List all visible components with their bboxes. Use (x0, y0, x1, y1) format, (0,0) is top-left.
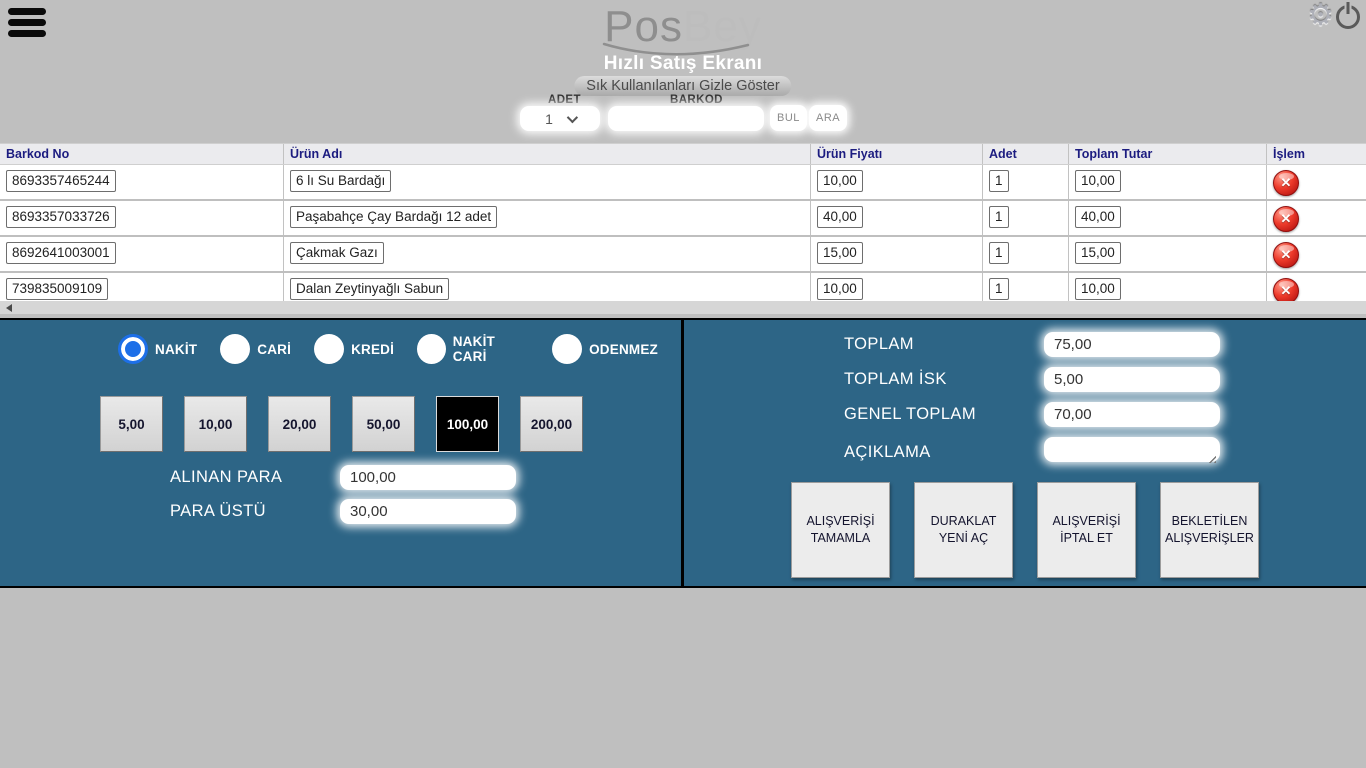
col-header-islem: İşlem (1266, 144, 1366, 164)
radio-icon[interactable] (314, 334, 344, 364)
quantity-field[interactable]: 1 (989, 242, 1009, 264)
radio-odenmez[interactable]: ODENMEZ (552, 334, 658, 364)
price-field[interactable]: 10,00 (817, 278, 863, 300)
total-field[interactable]: 15,00 (1075, 242, 1121, 264)
denomination-button-200[interactable]: 200,00 (520, 396, 583, 452)
page-title: Hızlı Satış Ekranı (0, 53, 1366, 75)
total-label: TOPLAM (844, 335, 1044, 354)
delete-row-icon[interactable]: ✕ (1273, 170, 1299, 196)
received-money-input[interactable] (340, 465, 516, 490)
received-money-label: ALINAN PARA (170, 468, 340, 487)
barcode-field[interactable]: 8693357033726 (6, 206, 116, 228)
quantity-select[interactable]: 1 (520, 106, 600, 131)
price-field[interactable]: 10,00 (817, 170, 863, 192)
table-row: 8692641003001 Çakmak Gazı 15,00 1 15,00 … (0, 237, 1366, 271)
price-field[interactable]: 15,00 (817, 242, 863, 264)
total-field[interactable]: 40,00 (1075, 206, 1121, 228)
table-header-row: Barkod No Ürün Adı Ürün Fiyatı Adet Topl… (0, 143, 1366, 165)
delete-row-icon[interactable]: ✕ (1273, 206, 1299, 232)
quantity-value: 1 (545, 111, 553, 127)
denomination-button-5[interactable]: 5,00 (100, 396, 163, 452)
change-label: PARA ÜSTÜ (170, 502, 340, 521)
col-header-toplam-tutar: Toplam Tutar (1068, 144, 1266, 164)
total-field[interactable]: 10,00 (1075, 170, 1121, 192)
payment-method-radios: NAKİT CARİ KREDİ NAKİT CARİ ODENMEZ (118, 334, 681, 364)
quantity-field[interactable]: 1 (989, 278, 1009, 300)
col-header-adet: Adet (982, 144, 1068, 164)
quantity-label: ADET (548, 94, 581, 106)
pause-open-new-button[interactable]: DURAKLAT YENİ AÇ (914, 482, 1013, 578)
price-field[interactable]: 40,00 (817, 206, 863, 228)
barcode-field[interactable]: 8692641003001 (6, 242, 116, 264)
search-button[interactable]: ARA (809, 105, 847, 131)
col-header-urun-fiyati: Ürün Fiyatı (810, 144, 982, 164)
scroll-left-arrow-icon[interactable] (6, 304, 12, 312)
denomination-buttons: 5,00 10,00 20,00 50,00 100,00 200,00 (100, 396, 583, 452)
barcode-field[interactable]: 8693357465244 (6, 170, 116, 192)
description-label: AÇIKLAMA (844, 443, 1044, 462)
grand-total-label: GENEL TOPLAM (844, 405, 1044, 424)
product-name-field[interactable]: Dalan Zeytinyağlı Sabun (290, 278, 449, 300)
quantity-field[interactable]: 1 (989, 170, 1009, 192)
product-name-field[interactable]: Paşabahçe Çay Bardağı 12 adet (290, 206, 497, 228)
col-header-barkod: Barkod No (0, 144, 283, 164)
col-header-urun-adi: Ürün Adı (283, 144, 810, 164)
table-horizontal-scrollbar[interactable] (0, 301, 1366, 314)
summary-panel: TOPLAM TOPLAM İSK GENEL TOPLAM AÇIKLAMA … (683, 318, 1366, 588)
radio-nakit-cari[interactable]: NAKİT CARİ (417, 334, 529, 364)
change-input[interactable] (340, 499, 516, 524)
grand-total-input[interactable] (1044, 402, 1220, 427)
chevron-down-icon (567, 111, 578, 122)
product-name-field[interactable]: Çakmak Gazı (290, 242, 384, 264)
radio-icon[interactable] (417, 334, 446, 364)
barcode-input[interactable] (608, 106, 764, 131)
complete-sale-button[interactable]: ALIŞVERİŞİ TAMAMLA (791, 482, 890, 578)
radio-icon[interactable] (552, 334, 582, 364)
table-row: 8693357465244 6 lı Su Bardağı 10,00 1 10… (0, 165, 1366, 199)
find-button[interactable]: BUL (770, 105, 807, 131)
total-discount-label: TOPLAM İSK (844, 370, 1044, 389)
radio-icon[interactable] (220, 334, 250, 364)
product-name-field[interactable]: 6 lı Su Bardağı (290, 170, 391, 192)
sale-items-table: Barkod No Ürün Adı Ürün Fiyatı Adet Topl… (0, 143, 1366, 309)
barcode-label: BARKOD (670, 94, 723, 106)
cancel-sale-button[interactable]: ALIŞVERİŞİ İPTAL ET (1037, 482, 1136, 578)
payment-panel: NAKİT CARİ KREDİ NAKİT CARİ ODENMEZ 5,00… (0, 318, 683, 588)
total-field[interactable]: 10,00 (1075, 278, 1121, 300)
denomination-button-50[interactable]: 50,00 (352, 396, 415, 452)
quantity-field[interactable]: 1 (989, 206, 1009, 228)
radio-cari[interactable]: CARİ (220, 334, 291, 364)
total-discount-input[interactable] (1044, 367, 1220, 392)
total-input[interactable] (1044, 332, 1220, 357)
held-sales-button[interactable]: BEKLETİLEN ALIŞVERİŞLER (1160, 482, 1259, 578)
delete-row-icon[interactable]: ✕ (1273, 242, 1299, 268)
barcode-field[interactable]: 739835009109 (6, 278, 108, 300)
radio-selected-icon[interactable] (118, 334, 148, 364)
denomination-button-100[interactable]: 100,00 (436, 396, 499, 452)
denomination-button-20[interactable]: 20,00 (268, 396, 331, 452)
description-textarea[interactable] (1044, 437, 1220, 462)
radio-kredi[interactable]: KREDİ (314, 334, 394, 364)
radio-nakit[interactable]: NAKİT (118, 334, 197, 364)
sale-action-buttons: ALIŞVERİŞİ TAMAMLA DURAKLAT YENİ AÇ ALIŞ… (791, 482, 1259, 578)
table-row: 8693357033726 Paşabahçe Çay Bardağı 12 a… (0, 201, 1366, 235)
favorites-toggle-button[interactable]: Sık Kullanılanları Gizle Göster (574, 76, 791, 96)
denomination-button-10[interactable]: 10,00 (184, 396, 247, 452)
